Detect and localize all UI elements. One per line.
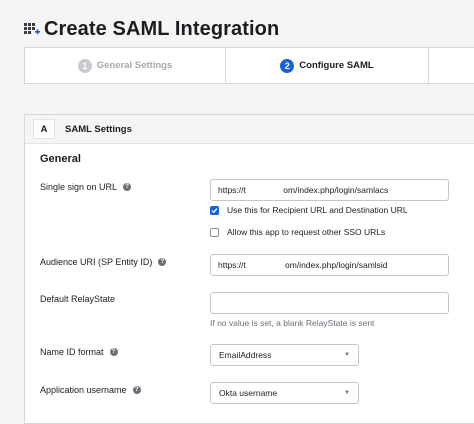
section-letter-badge: A xyxy=(33,119,55,139)
saml-settings-panel: A SAML Settings General Single sign on U… xyxy=(24,114,474,424)
help-icon[interactable]: ? xyxy=(158,258,167,266)
sso-url-label-text: Single sign on URL xyxy=(40,182,118,192)
page-header: Create SAML Integration xyxy=(24,14,279,44)
relay-state-input[interactable] xyxy=(210,292,449,314)
step-label: Configure SAML xyxy=(299,60,374,71)
step-number: 1 xyxy=(77,58,92,73)
step-general-settings[interactable]: 1 General Settings xyxy=(25,48,226,83)
app-username-select[interactable]: Okta username ▼ xyxy=(210,382,359,404)
wizard-steps: 1 General Settings 2 Configure SAML xyxy=(24,47,474,84)
step-label: General Settings xyxy=(96,60,173,71)
audience-uri-label: Audience URI (SP Entity ID) ? xyxy=(40,257,167,267)
other-sso-checkbox-label: Allow this app to request other SSO URLs xyxy=(227,227,386,237)
step-configure-saml[interactable]: 2 Configure SAML xyxy=(226,48,429,83)
section-title: SAML Settings xyxy=(65,123,132,135)
sso-url-input[interactable] xyxy=(210,179,449,201)
help-icon[interactable]: ? xyxy=(123,183,132,191)
page-title: Create SAML Integration xyxy=(44,17,280,40)
relay-state-label-text: Default RelayState xyxy=(40,294,116,304)
name-id-format-value: EmailAddress xyxy=(219,350,272,360)
name-id-format-select[interactable]: EmailAddress ▼ xyxy=(210,344,359,366)
name-id-format-label-text: Name ID format xyxy=(40,347,104,357)
help-icon[interactable]: ? xyxy=(132,386,141,394)
chevron-down-icon: ▼ xyxy=(344,390,350,396)
app-username-label-text: Application username xyxy=(40,385,127,395)
app-grid-add-icon xyxy=(24,21,40,37)
audience-uri-label-text: Audience URI (SP Entity ID) xyxy=(40,257,153,267)
help-icon[interactable]: ? xyxy=(109,348,118,356)
relay-state-hint: If no value is set, a blank RelayState i… xyxy=(210,318,375,328)
recipient-url-checkbox-label: Use this for Recipient URL and Destinati… xyxy=(227,205,408,215)
group-title: General xyxy=(40,153,81,165)
other-sso-checkbox[interactable] xyxy=(210,227,219,237)
name-id-format-label: Name ID format ? xyxy=(40,347,118,357)
step-number: 2 xyxy=(280,58,295,73)
audience-uri-input[interactable] xyxy=(210,254,449,276)
recipient-url-checkbox-row[interactable]: Use this for Recipient URL and Destinati… xyxy=(210,205,408,215)
section-header: A SAML Settings xyxy=(25,115,474,144)
recipient-url-checkbox[interactable] xyxy=(210,205,219,215)
step-next[interactable] xyxy=(429,48,474,83)
sso-url-label: Single sign on URL ? xyxy=(40,182,132,192)
app-username-value: Okta username xyxy=(219,388,278,398)
relay-state-label: Default RelayState xyxy=(40,294,115,304)
chevron-down-icon: ▼ xyxy=(344,352,350,358)
app-username-label: Application username ? xyxy=(40,385,141,395)
other-sso-checkbox-row[interactable]: Allow this app to request other SSO URLs xyxy=(210,227,385,237)
